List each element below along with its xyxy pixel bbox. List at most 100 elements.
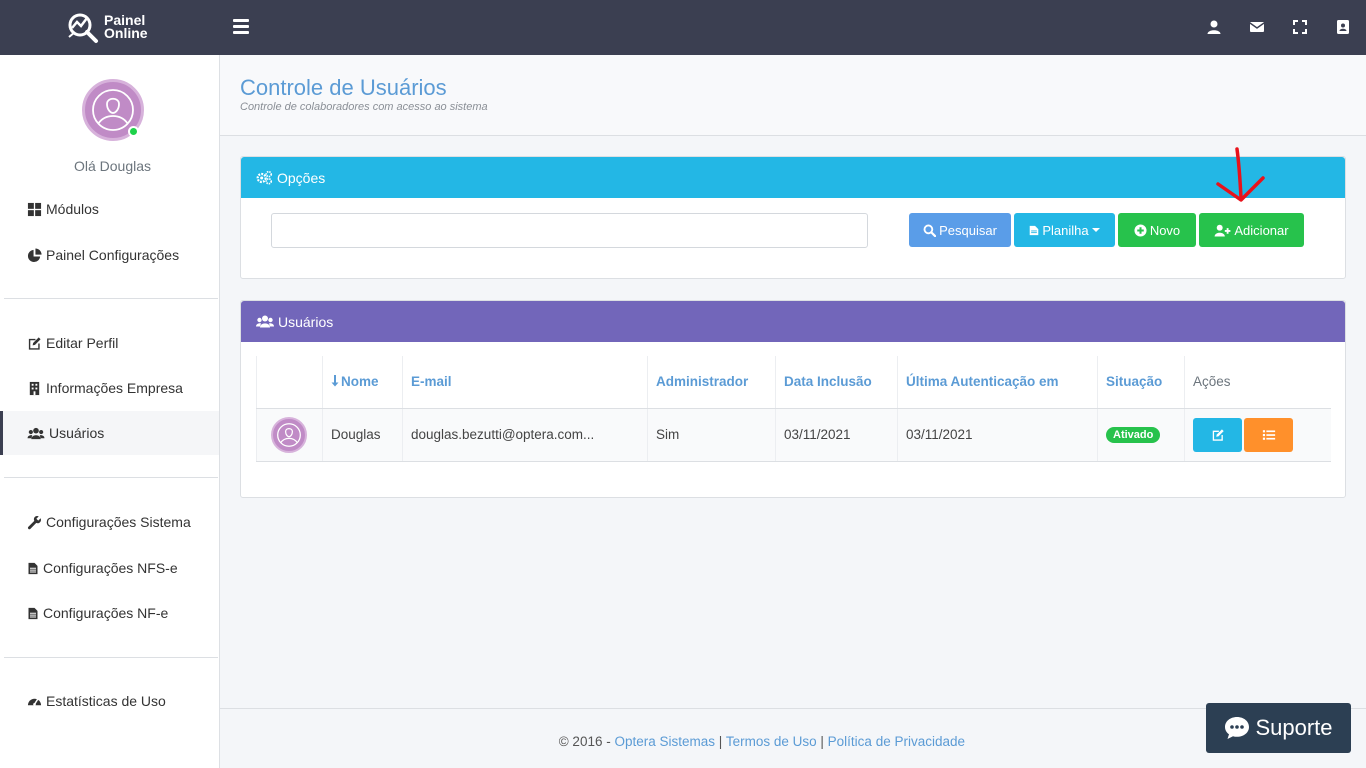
brand-logo[interactable]: Painel Online	[66, 10, 148, 44]
sidebar-item-configuracoes-nfe[interactable]: Configurações NF-e	[0, 591, 219, 635]
footer-separator: |	[820, 734, 824, 749]
users-panel: Usuários Nome E-mail Administrador Data …	[240, 300, 1346, 498]
column-header-nome[interactable]: Nome	[322, 356, 403, 409]
plus-circle-icon	[1134, 223, 1147, 237]
sidebar-item-label: Módulos	[46, 201, 99, 217]
user-avatar-icon	[277, 422, 301, 447]
status-badge: Ativado	[1106, 427, 1161, 443]
users-table: Nome E-mail Administrador Data Inclusão …	[256, 356, 1331, 462]
edit-icon	[28, 336, 41, 350]
spreadsheet-dropdown-button[interactable]: Planilha	[1014, 213, 1115, 247]
users-panel-title: Usuários	[278, 313, 334, 330]
content-header: Controle de Usuários Controle de colabor…	[220, 55, 1366, 136]
column-header-label: Nome	[341, 374, 379, 390]
sidebar-item-modulos[interactable]: Módulos	[0, 187, 219, 231]
table-row: Douglas douglas.bezutti@optera.com... Si…	[256, 408, 1331, 462]
users-icon	[27, 427, 45, 439]
sidebar-item-label: Configurações NF-e	[43, 605, 169, 621]
search-button[interactable]: Pesquisar	[909, 213, 1011, 247]
cogs-icon	[256, 170, 273, 185]
file-icon	[1030, 225, 1039, 235]
cell-ultima-autenticacao: 03/11/2021	[897, 408, 1098, 462]
search-input[interactable]	[271, 213, 868, 248]
new-button-label: Novo	[1149, 222, 1181, 238]
online-status-dot	[128, 126, 139, 137]
sidebar-item-label: Editar Perfil	[46, 335, 119, 351]
sidebar-item-estatisticas-uso[interactable]: Estatísticas de Uso	[0, 679, 219, 723]
cell-situacao: Ativado	[1097, 408, 1185, 462]
address-book-icon[interactable]	[1332, 16, 1354, 38]
cell-avatar	[256, 408, 323, 462]
spreadsheet-button-label: Planilha	[1042, 222, 1089, 238]
column-header-administrador[interactable]: Administrador	[647, 356, 776, 409]
envelope-icon[interactable]	[1246, 16, 1268, 38]
column-header-situacao[interactable]: Situação	[1097, 356, 1185, 409]
column-header-email[interactable]: E-mail	[402, 356, 648, 409]
chart-logo-icon	[68, 13, 98, 43]
pie-chart-icon	[27, 247, 42, 262]
support-button[interactable]: Suporte	[1206, 703, 1351, 753]
menu-toggle-icon[interactable]	[233, 19, 249, 35]
cell-acoes	[1184, 408, 1331, 462]
file-icon	[28, 607, 38, 619]
user-icon[interactable]	[1203, 16, 1225, 38]
sidebar-item-editar-perfil[interactable]: Editar Perfil	[0, 321, 219, 365]
copyright: © 2016 -	[558, 734, 611, 749]
sidebar-item-usuarios[interactable]: Usuários	[0, 411, 219, 455]
options-panel: Opções Pesquisar Planilha Novo Adicionar	[240, 156, 1346, 279]
column-header-ultima-autenticacao[interactable]: Última Autenticação em	[897, 356, 1098, 409]
top-navbar: Painel Online	[0, 0, 1366, 55]
sidebar-item-label: Usuários	[49, 425, 105, 441]
cell-nome: Douglas	[322, 408, 403, 462]
sidebar-item-label: Informações Empresa	[46, 380, 183, 396]
sidebar-divider	[4, 657, 218, 658]
sidebar-item-label: Configurações NFS-e	[43, 560, 178, 576]
file-icon	[28, 562, 38, 574]
profile-avatar[interactable]	[82, 79, 144, 141]
sidebar-item-informacoes-empresa[interactable]: Informações Empresa	[0, 366, 219, 410]
terms-link[interactable]: Termos de Uso	[726, 734, 817, 749]
user-avatar-icon	[92, 89, 134, 131]
edit-icon	[1212, 428, 1224, 441]
users-panel-header: Usuários	[241, 301, 1345, 342]
sidebar-item-configuracoes-nfse[interactable]: Configurações NFS-e	[0, 546, 219, 590]
expand-icon[interactable]	[1289, 16, 1311, 38]
sort-down-icon	[331, 375, 339, 387]
sidebar-item-label: Painel Configurações	[46, 247, 180, 263]
sidebar-item-configuracoes-sistema[interactable]: Configurações Sistema	[0, 500, 219, 544]
cell-data-inclusao: 03/11/2021	[775, 408, 898, 462]
red-arrow-annotation	[1216, 147, 1265, 202]
user-plus-icon	[1214, 224, 1231, 237]
sidebar-item-label: Estatísticas de Uso	[46, 693, 166, 709]
users-icon	[256, 315, 274, 328]
building-icon	[29, 381, 40, 395]
user-details-button[interactable]	[1244, 417, 1293, 452]
cell-administrador: Sim	[647, 408, 776, 462]
column-header-avatar	[256, 356, 323, 409]
avatar	[271, 416, 307, 453]
chat-bubble-icon	[1225, 717, 1250, 739]
footer: © 2016 - Optera Sistemas | Termos de Uso…	[220, 708, 1366, 768]
privacy-link[interactable]: Política de Privacidade	[828, 734, 965, 749]
edit-user-button[interactable]	[1193, 417, 1242, 452]
page-subtitle: Controle de colaboradores com acesso ao …	[240, 101, 488, 113]
support-button-label: Suporte	[1255, 715, 1333, 740]
column-header-acoes: Ações	[1184, 356, 1331, 409]
company-link[interactable]: Optera Sistemas	[614, 734, 715, 749]
cell-email: douglas.bezutti@optera.com...	[402, 408, 648, 462]
sidebar-divider	[4, 298, 218, 299]
options-panel-title: Opções	[277, 169, 326, 186]
table-header-row: Nome E-mail Administrador Data Inclusão …	[256, 356, 1331, 409]
sidebar-item-painel-configuracoes[interactable]: Painel Configurações	[0, 233, 219, 277]
wrench-icon	[27, 515, 41, 529]
add-user-button-label: Adicionar	[1234, 222, 1289, 238]
new-button[interactable]: Novo	[1118, 213, 1196, 247]
tachometer-icon	[27, 698, 42, 706]
grid-icon	[27, 202, 42, 216]
options-panel-header: Opções	[241, 157, 1345, 198]
search-button-label: Pesquisar	[939, 222, 997, 238]
column-header-data-inclusao[interactable]: Data Inclusão	[775, 356, 898, 409]
add-user-button[interactable]: Adicionar	[1199, 213, 1304, 247]
list-icon	[1262, 429, 1275, 440]
brand-line2: Online	[104, 25, 148, 41]
